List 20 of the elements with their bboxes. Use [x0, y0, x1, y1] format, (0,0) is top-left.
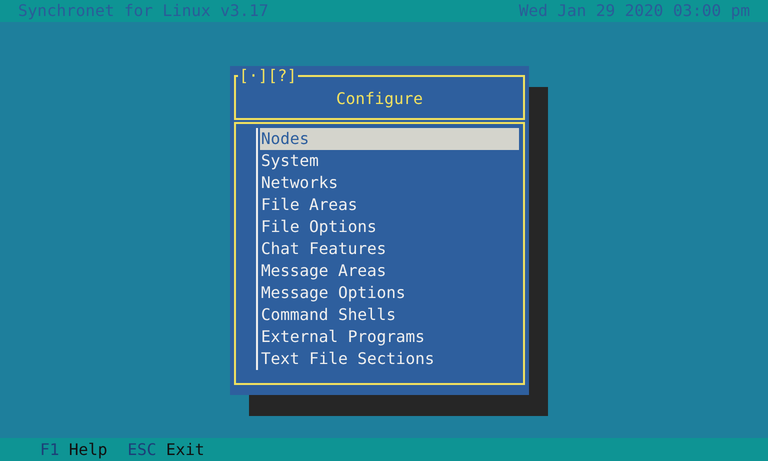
menu-item[interactable]: File Options [260, 216, 519, 238]
dialog-title: Configure [336, 89, 423, 108]
window-button[interactable]: [?] [268, 66, 297, 85]
key-hint: ESC [127, 440, 156, 459]
menu-item[interactable]: External Programs [260, 326, 519, 348]
menu-item[interactable]: System [260, 150, 519, 172]
key-label[interactable]: Exit [156, 440, 205, 459]
key-hint: F1 [40, 440, 60, 459]
app-title: Synchronet for Linux v3.17 [18, 0, 268, 22]
key-label[interactable]: Help [59, 440, 108, 459]
menu-item[interactable]: Message Areas [260, 260, 519, 282]
date-time: Wed Jan 29 2020 03:00 pm [518, 0, 750, 22]
menu-item[interactable]: Message Options [260, 282, 519, 304]
window-button[interactable]: [·] [239, 66, 268, 85]
menu-item[interactable]: Command Shells [260, 304, 519, 326]
menu-item[interactable]: Networks [260, 172, 519, 194]
menu-item[interactable]: Nodes [260, 128, 519, 150]
menu-item[interactable]: File Areas [260, 194, 519, 216]
menu-item[interactable]: Chat Features [260, 238, 519, 260]
menu-item[interactable]: Text File Sections [260, 348, 519, 370]
